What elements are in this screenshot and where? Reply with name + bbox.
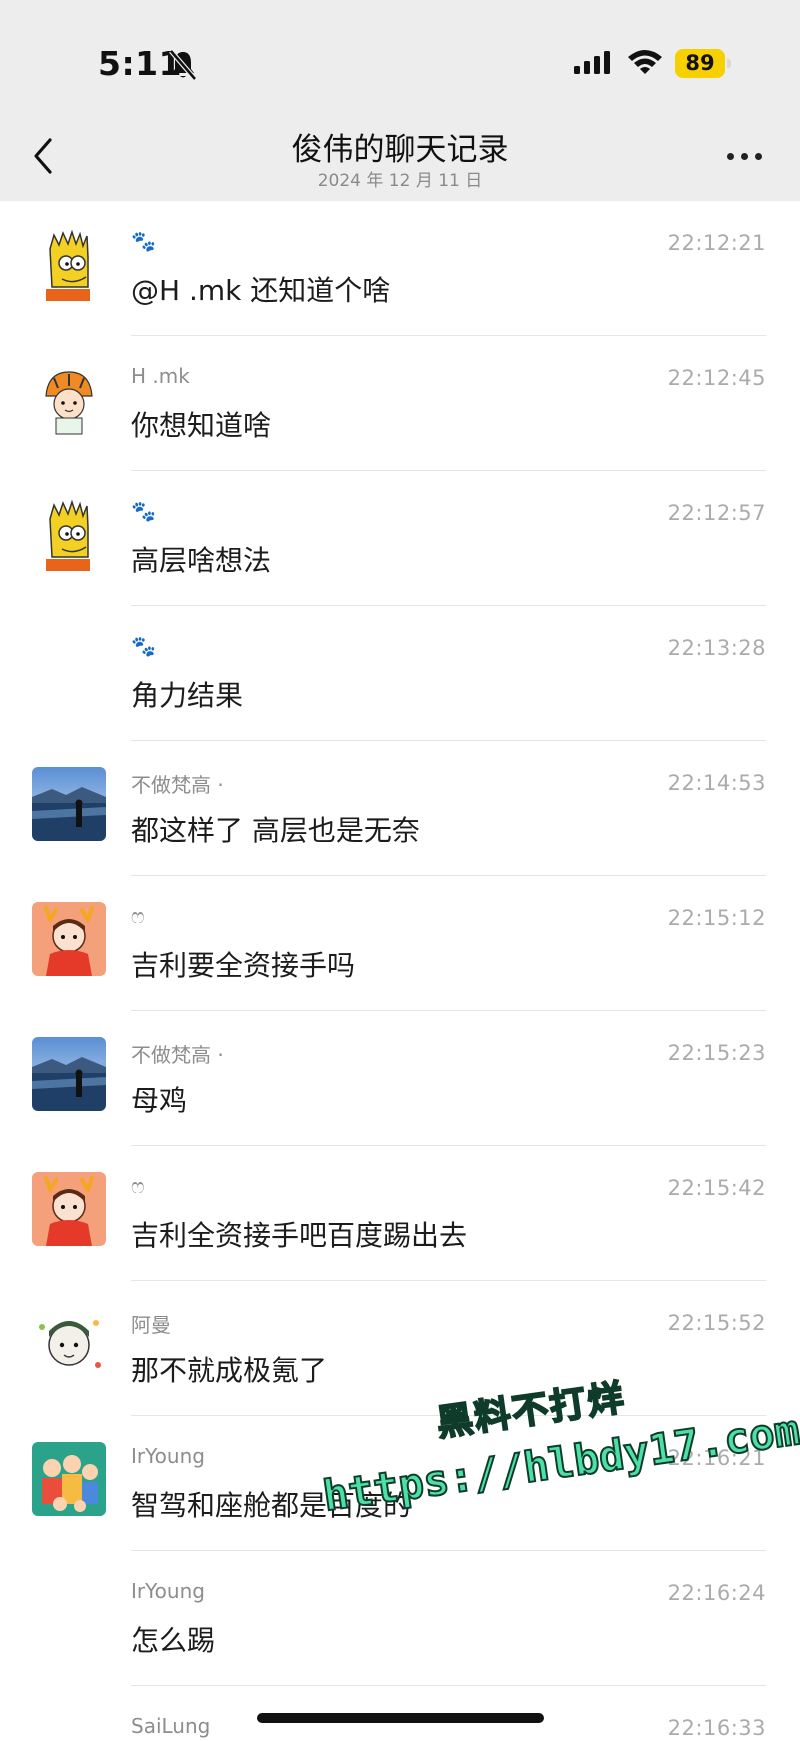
sender-name: 不做梵高 · <box>131 773 224 797</box>
list-item[interactable]: ෆ 22:15:12 吉利要全资接手吗 <box>0 876 800 1011</box>
message-time: 22:12:21 <box>667 231 766 255</box>
list-item[interactable]: IrYoung 22:16:24 怎么踢 <box>0 1551 800 1686</box>
message-text: 高层啥想法 <box>131 544 272 577</box>
tiger-hat-avatar <box>32 362 106 436</box>
sender-name: 不做梵高 · <box>131 1043 224 1067</box>
message-time: 22:15:23 <box>667 1041 766 1065</box>
message-text: 都这样了 高层也是无奈 <box>131 814 420 847</box>
sender-name: H .mk <box>131 364 190 388</box>
sticker-avatar <box>32 1307 106 1381</box>
list-item[interactable]: H .mk 22:12:45 你想知道啥 <box>0 336 800 471</box>
list-item[interactable]: 🐾 22:12:57 高层啥想法 <box>0 471 800 606</box>
message-text: 那不就成极氪了 <box>131 1354 328 1387</box>
sender-name: IrYoung <box>131 1444 205 1468</box>
bell-off-icon <box>169 49 197 81</box>
message-time: 22:15:12 <box>667 906 766 930</box>
message-text: 怎么踢 <box>131 1624 216 1657</box>
back-chevron-icon[interactable] <box>30 134 60 178</box>
sender-name: 🐾 <box>131 499 156 523</box>
message-time: 22:15:52 <box>667 1311 766 1335</box>
list-item[interactable]: 🐾 22:13:28 角力结果 <box>0 606 800 741</box>
message-text: 母鸡 <box>131 1084 188 1117</box>
bart-avatar <box>32 227 106 301</box>
list-item[interactable]: 不做梵高 · 22:14:53 都这样了 高层也是无奈 <box>0 741 800 876</box>
cell-signal-icon <box>574 51 610 74</box>
message-text: 吉利全资接手吧百度踢出去 <box>131 1219 468 1252</box>
dark-avatar <box>32 1712 106 1741</box>
message-text: @H .mk 还知道个啥 <box>131 274 391 307</box>
antler-girl-avatar <box>32 1172 106 1246</box>
message-time: 22:16:24 <box>667 1581 766 1605</box>
message-text: 你想知道啥 <box>131 409 272 442</box>
more-options-icon[interactable] <box>725 150 765 164</box>
message-text: 角力结果 <box>131 679 244 712</box>
message-time: 22:12:57 <box>667 501 766 525</box>
sender-name: 🐾 <box>131 634 156 658</box>
message-time: 22:13:28 <box>667 636 766 660</box>
list-item[interactable]: 🐾 22:12:21 @H .mk 还知道个啥 <box>0 201 800 336</box>
lake-photo-avatar <box>32 1037 106 1111</box>
message-time: 22:12:45 <box>667 366 766 390</box>
bart-avatar <box>32 497 106 571</box>
list-item[interactable]: 不做梵高 · 22:15:23 母鸡 <box>0 1011 800 1146</box>
antler-girl-avatar <box>32 902 106 976</box>
message-time: 22:14:53 <box>667 771 766 795</box>
sender-name: ෆ <box>131 904 145 928</box>
sender-name: SaiLung <box>131 1714 211 1738</box>
top-bar: 5:11 89 俊伟的聊天记录 2024 年 12 月 11 日 <box>0 0 800 201</box>
family-cartoon-avatar <box>32 1442 106 1516</box>
sender-name: 🐾 <box>131 229 156 253</box>
page-title: 俊伟的聊天记录 <box>291 132 509 168</box>
sender-name: IrYoung <box>131 1579 205 1603</box>
message-time: 22:16:33 <box>667 1716 766 1740</box>
battery-level: 89 <box>685 51 715 75</box>
list-item[interactable]: ෆ 22:15:42 吉利全资接手吧百度踢出去 <box>0 1146 800 1281</box>
lake-photo-avatar <box>32 767 106 841</box>
page-subtitle-date: 2024 年 12 月 11 日 <box>317 171 483 191</box>
sender-name: 阿曼 <box>131 1313 171 1337</box>
list-item[interactable]: 阿曼 22:15:52 那不就成极氪了 <box>0 1281 800 1416</box>
sender-name: ෆ <box>131 1174 145 1198</box>
message-text: 吉利要全资接手吗 <box>131 949 356 982</box>
home-indicator[interactable] <box>257 1713 544 1723</box>
wifi-icon <box>628 50 662 74</box>
status-bar: 5:11 89 <box>0 0 800 120</box>
battery-indicator: 89 <box>675 49 731 78</box>
message-time: 22:15:42 <box>667 1176 766 1200</box>
